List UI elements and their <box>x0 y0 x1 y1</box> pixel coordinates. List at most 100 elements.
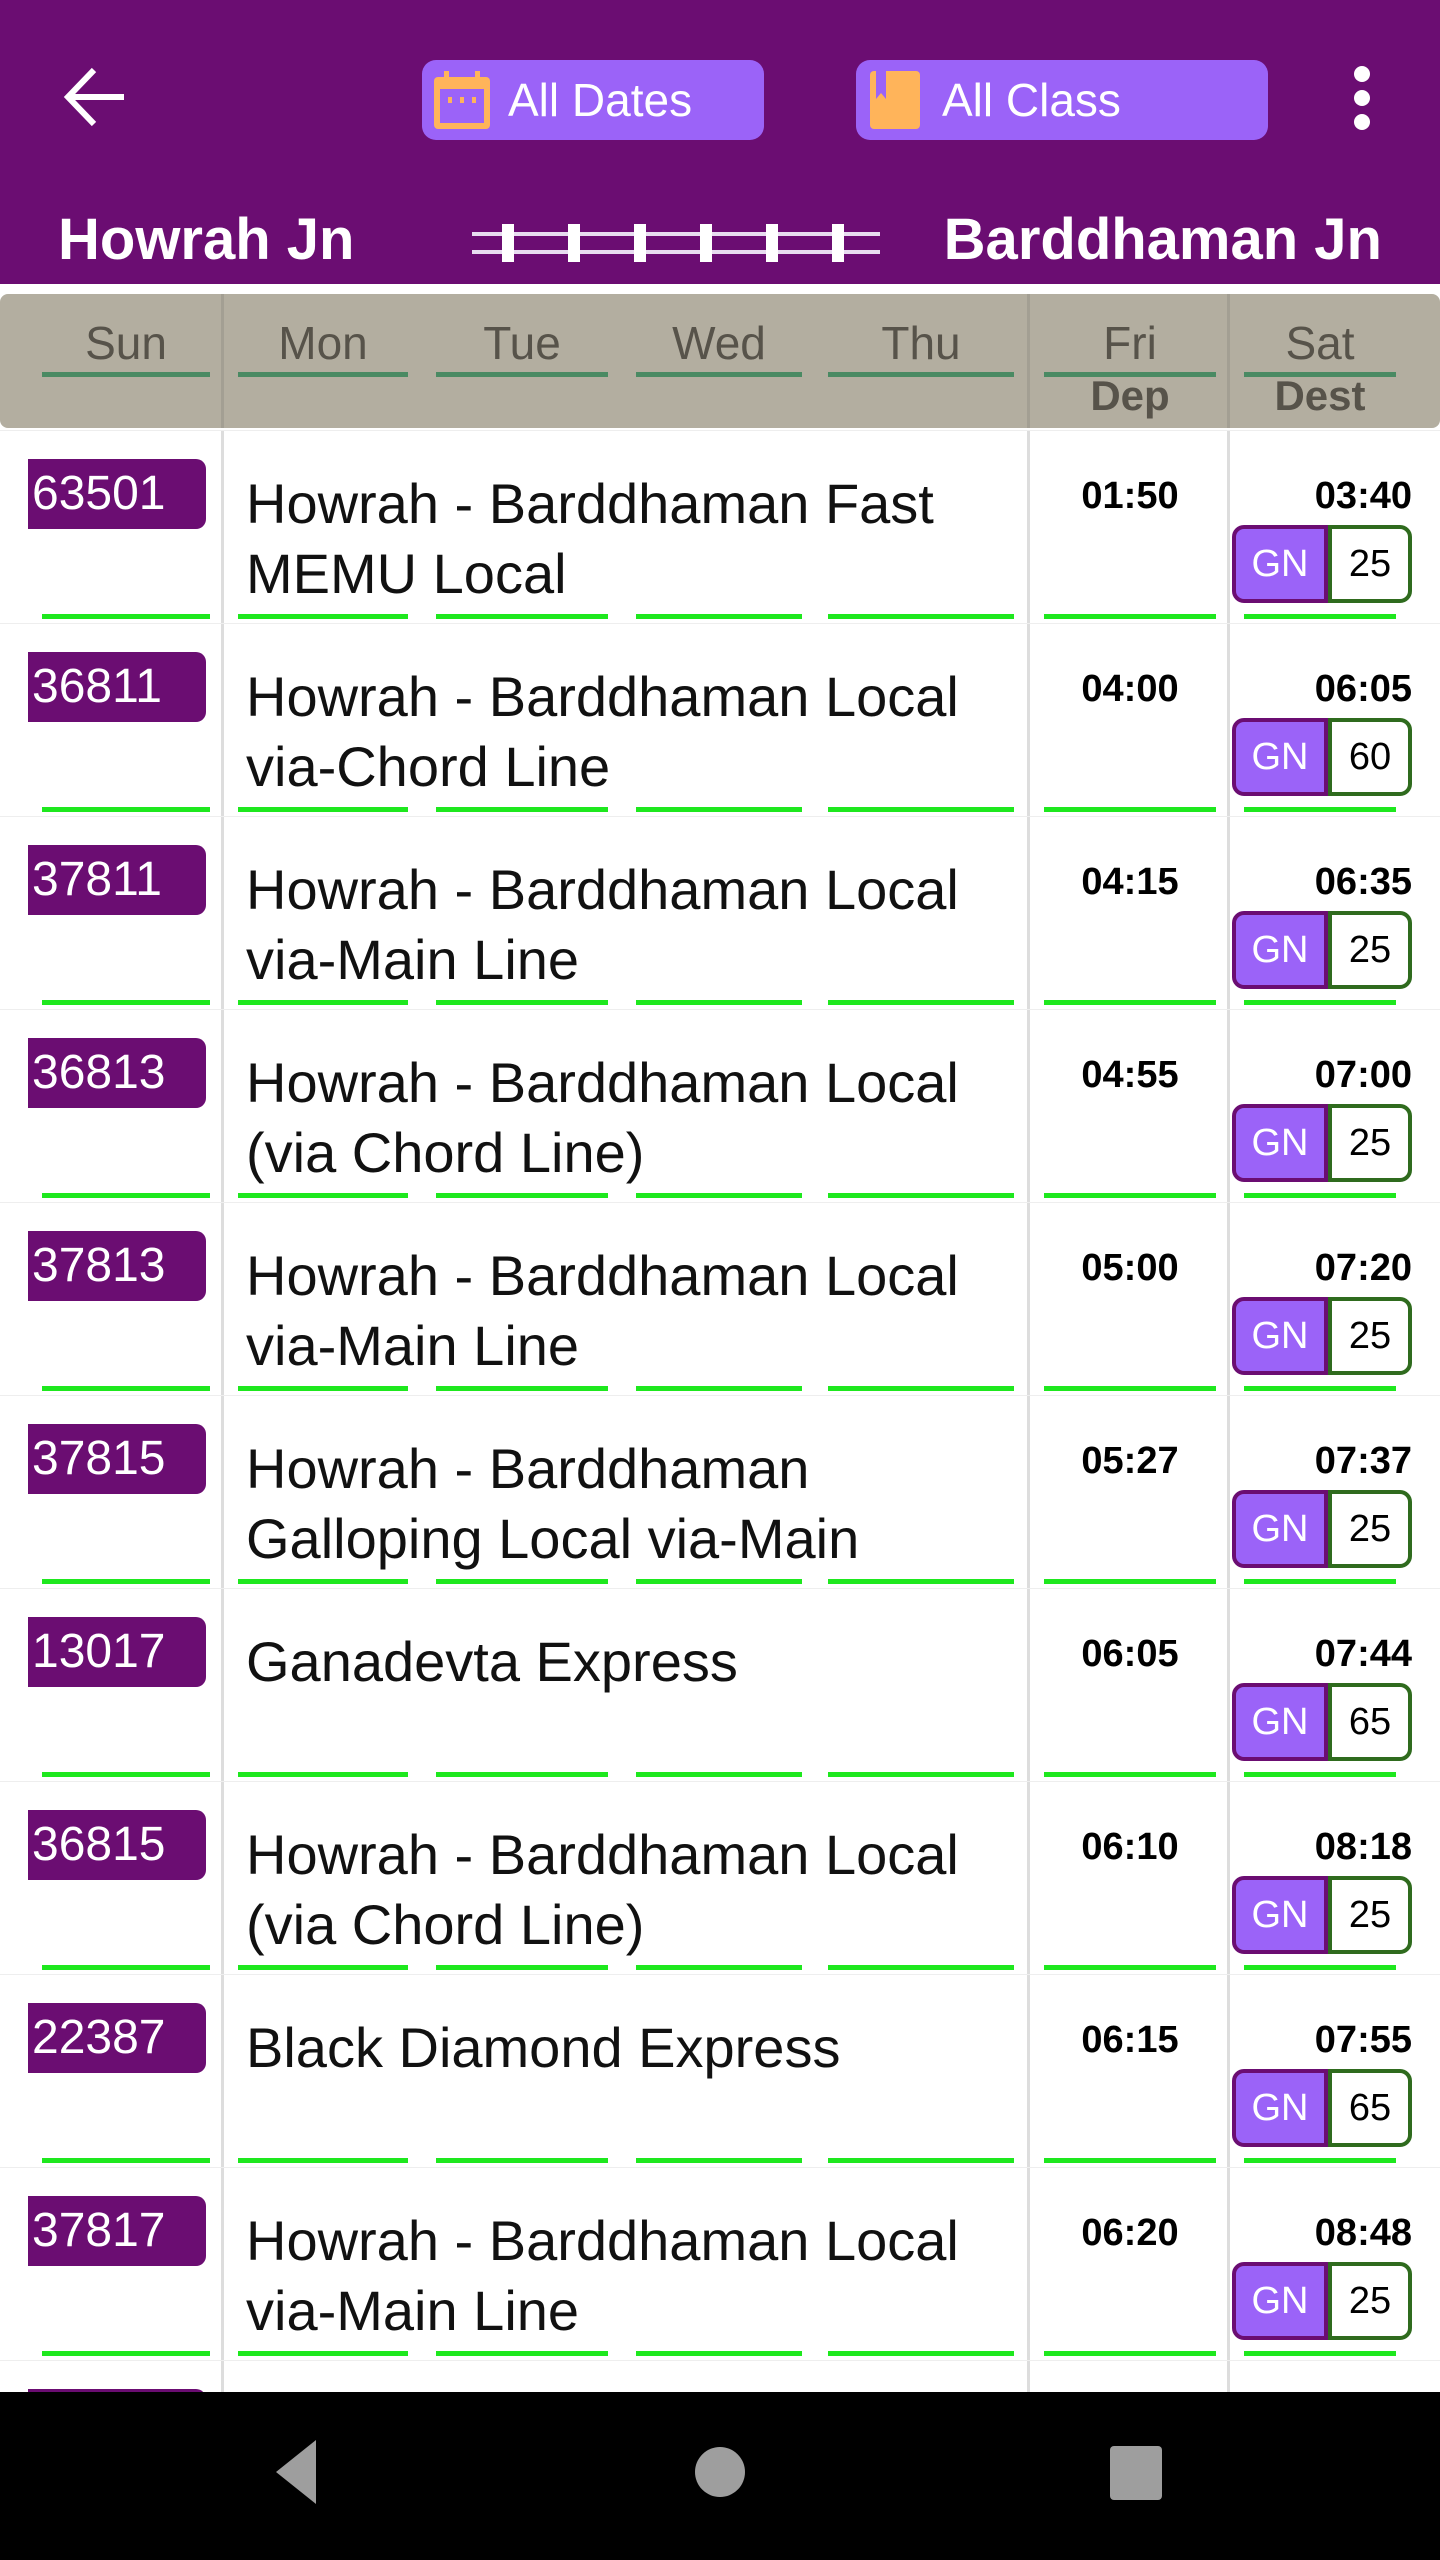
run-day-bar <box>828 1965 1014 1970</box>
train-name[interactable]: Black Diamond Express <box>246 2013 1026 2083</box>
run-day-bar <box>436 1772 608 1777</box>
class-badge[interactable]: GN <box>1232 2262 1328 2340</box>
class-badge[interactable]: GN <box>1232 525 1328 603</box>
train-number-badge[interactable]: 36815 <box>28 1810 206 1880</box>
class-badge[interactable]: GN <box>1232 2069 1328 2147</box>
run-day-bar <box>1044 2351 1216 2356</box>
class-badge[interactable]: GN <box>1232 1876 1328 1954</box>
day-header-mon: Mon <box>278 317 368 369</box>
run-day-bar <box>828 1000 1014 1005</box>
train-row[interactable]: 36815 Howrah - Barddhaman Local (via Chor… <box>0 1781 1440 1974</box>
train-number-badge[interactable]: 37815 <box>28 1424 206 1494</box>
run-day-bar <box>436 1386 608 1391</box>
fare-count: 65 <box>1328 1683 1412 1761</box>
train-name[interactable]: Howrah - Barddhaman Local (via Chord Lin… <box>246 1048 1026 1188</box>
system-nav-bar <box>0 2392 1440 2560</box>
column-divider <box>221 2361 224 2392</box>
train-name[interactable]: Howrah - Barddhaman Local via-Main Line <box>246 2206 1026 2346</box>
run-day-bar <box>1244 2158 1396 2163</box>
departure-time: 01:50 <box>1081 475 1179 517</box>
column-divider <box>1027 1975 1030 2167</box>
train-list[interactable]: 63501 Howrah - Barddhaman Fast MEMU Local… <box>0 430 1440 2392</box>
train-number-badge[interactable]: 13017 <box>28 1617 206 1687</box>
train-name[interactable]: Howrah - Barddhaman Galloping Local via-… <box>246 1434 1026 1574</box>
nav-recents-icon <box>1110 2446 1162 2500</box>
column-divider <box>1227 1203 1230 1395</box>
train-number-badge[interactable]: 63501 <box>28 459 206 529</box>
column-divider <box>1027 2361 1030 2392</box>
class-badge[interactable]: GN <box>1232 718 1328 796</box>
run-day-bar <box>828 1772 1014 1777</box>
column-divider <box>1027 1203 1030 1395</box>
column-divider <box>1027 1589 1030 1781</box>
column-divider <box>221 1203 224 1395</box>
class-badge[interactable]: GN <box>1232 1490 1328 1568</box>
arrival-time: 03:40 <box>1314 475 1412 517</box>
column-divider <box>1227 624 1230 816</box>
column-divider <box>1227 1010 1230 1202</box>
class-badge[interactable]: GN <box>1232 1104 1328 1182</box>
train-row[interactable]: 37813 Howrah - Barddhaman Local via-Main … <box>0 1202 1440 1395</box>
arrival-time: 06:05 <box>1314 668 1412 710</box>
column-divider <box>1227 2168 1230 2360</box>
run-day-bar <box>828 1579 1014 1584</box>
train-row[interactable]: 37815 Howrah - Barddhaman Galloping Local… <box>0 1395 1440 1588</box>
train-number-badge[interactable]: 37813 <box>28 1231 206 1301</box>
train-row[interactable]: 37811 Howrah - Barddhaman Local via-Main … <box>0 816 1440 1009</box>
run-day-bar <box>828 2351 1014 2356</box>
more-options-button[interactable] <box>1340 66 1384 130</box>
class-badge[interactable]: GN <box>1232 1683 1328 1761</box>
class-badge[interactable]: GN <box>1232 911 1328 989</box>
run-day-bar <box>238 1965 408 1970</box>
train-name[interactable]: Howrah - Barddhaman Local (via Chord Lin… <box>246 1820 1026 1960</box>
train-number-badge[interactable]: 37811 <box>28 845 206 915</box>
train-name[interactable]: Howrah - Barddhaman Fast MEMU Local <box>246 469 1026 609</box>
nav-home-button[interactable] <box>675 2432 765 2512</box>
run-day-bar <box>636 1193 802 1198</box>
run-day-bar <box>636 807 802 812</box>
run-day-bar <box>1044 1772 1216 1777</box>
date-filter-button[interactable]: All Dates <box>422 60 764 140</box>
run-day-bar <box>42 1579 210 1584</box>
nav-recents-button[interactable] <box>1090 2432 1180 2512</box>
run-day-bar <box>1044 1965 1216 1970</box>
arrival-time: 08:18 <box>1314 1826 1412 1868</box>
run-day-bar <box>436 807 608 812</box>
class-filter-button[interactable]: All Class <box>856 60 1268 140</box>
train-number-badge[interactable]: 36813 <box>28 1038 206 1108</box>
run-day-bar <box>238 2158 408 2163</box>
column-divider <box>221 817 224 1009</box>
class-badge[interactable]: GN <box>1232 1297 1328 1375</box>
arrival-time: 07:44 <box>1314 1633 1412 1675</box>
train-number-badge[interactable]: 36811 <box>28 652 206 722</box>
bookmark-icon <box>870 71 920 129</box>
column-divider <box>1027 431 1030 623</box>
train-row[interactable] <box>0 2360 1440 2392</box>
run-day-bar <box>1244 614 1396 619</box>
run-day-bar <box>1044 1000 1216 1005</box>
dep-header: Dep <box>1090 372 1170 419</box>
train-name[interactable]: Howrah - Barddhaman Local via-Chord Line <box>246 662 1026 802</box>
train-row[interactable]: 36811 Howrah - Barddhaman Local via-Chord… <box>0 623 1440 816</box>
nav-back-button[interactable] <box>258 2432 348 2512</box>
run-day-bar <box>1044 614 1216 619</box>
train-number-badge[interactable]: 22387 <box>28 2003 206 2073</box>
train-name[interactable]: Ganadevta Express <box>246 1627 1026 1697</box>
train-number-badge[interactable]: 37817 <box>28 2196 206 2266</box>
back-button[interactable] <box>60 62 140 132</box>
train-row[interactable]: 37817 Howrah - Barddhaman Local via-Main … <box>0 2167 1440 2360</box>
train-row[interactable]: 63501 Howrah - Barddhaman Fast MEMU Local… <box>0 430 1440 623</box>
class-filter-label: All Class <box>942 74 1121 126</box>
departure-time: 06:15 <box>1081 2019 1179 2061</box>
column-divider <box>1227 1589 1230 1781</box>
train-name[interactable]: Howrah - Barddhaman Local via-Main Line <box>246 855 1026 995</box>
train-row[interactable]: 36813 Howrah - Barddhaman Local (via Chor… <box>0 1009 1440 1202</box>
run-day-bar <box>238 2351 408 2356</box>
train-row[interactable]: 22387 Black Diamond Express 06:15 07:55 GN 65 <box>0 1974 1440 2167</box>
train-name[interactable]: Howrah - Barddhaman Local via-Main Line <box>246 1241 1026 1381</box>
day-bar <box>42 372 210 377</box>
run-day-bar <box>636 1579 802 1584</box>
departure-time: 04:55 <box>1081 1054 1179 1096</box>
run-day-bar <box>1244 807 1396 812</box>
train-row[interactable]: 13017 Ganadevta Express 06:05 07:44 GN 65 <box>0 1588 1440 1781</box>
